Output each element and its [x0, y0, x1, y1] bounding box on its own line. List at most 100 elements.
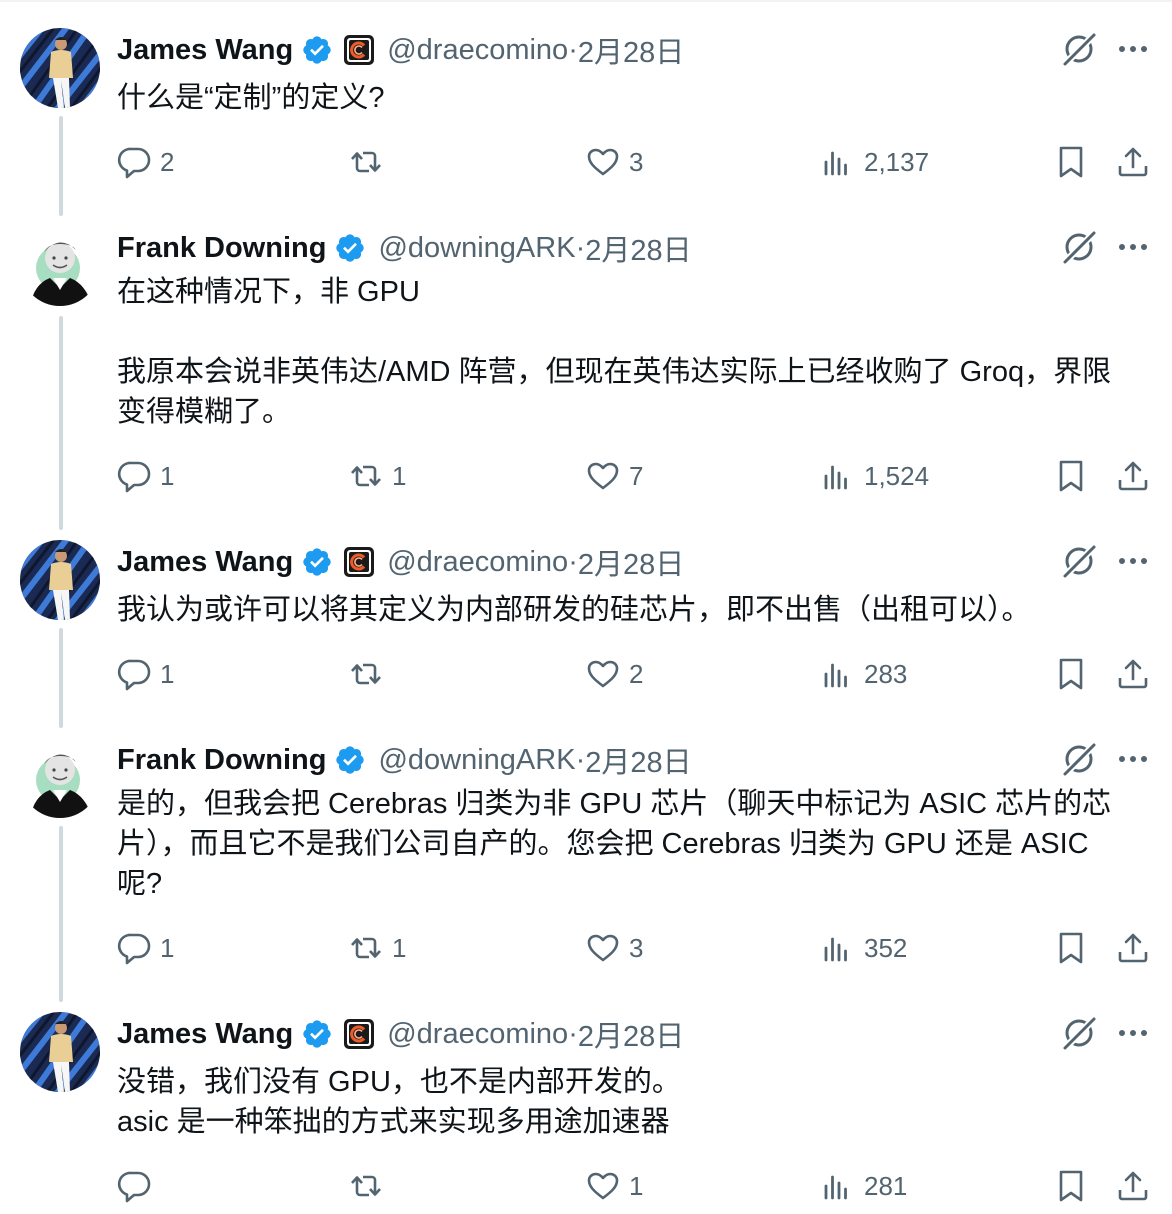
avatar[interactable]: [20, 540, 100, 620]
like-button[interactable]: 2: [585, 652, 643, 696]
reply-button[interactable]: 1: [116, 926, 174, 970]
tweet-text: 什么是“定制”的定义?: [117, 82, 385, 114]
retweet-button[interactable]: [348, 652, 392, 696]
views-button[interactable]: 1,524: [820, 454, 929, 498]
grok-icon[interactable]: [1060, 542, 1098, 580]
author-name[interactable]: Frank Downing: [117, 232, 326, 265]
reply-icon: [116, 144, 152, 180]
verified-badge-icon[interactable]: [301, 546, 333, 578]
verified-badge-icon[interactable]: [301, 1018, 333, 1050]
like-icon: [585, 144, 621, 180]
retweet-icon: [348, 144, 384, 180]
author-name[interactable]: James Wang: [117, 1018, 293, 1051]
avatar[interactable]: [20, 226, 100, 306]
bookmark-button[interactable]: [1053, 926, 1089, 970]
more-icon[interactable]: [1114, 740, 1152, 778]
retweet-icon: [348, 458, 384, 494]
bookmark-button[interactable]: [1053, 140, 1089, 184]
reply-icon: [116, 458, 152, 494]
share-button[interactable]: [1115, 652, 1151, 696]
verified-badge-icon[interactable]: [334, 744, 366, 776]
tweet-actions: 2 3 2,137: [0, 140, 1172, 184]
more-icon[interactable]: [1114, 1014, 1152, 1052]
share-button[interactable]: [1115, 140, 1151, 184]
affiliate-badge-icon[interactable]: [343, 1018, 375, 1050]
retweet-button[interactable]: [348, 140, 392, 184]
like-count: 3: [629, 932, 644, 963]
tweet-date[interactable]: 2月28日: [585, 227, 691, 269]
grok-icon[interactable]: [1060, 740, 1098, 778]
tweet-date[interactable]: 2月28日: [578, 29, 684, 71]
author-handle[interactable]: @downingARK: [378, 744, 575, 777]
bookmark-button[interactable]: [1053, 454, 1089, 498]
separator: ·: [575, 743, 586, 776]
author-name[interactable]: James Wang: [117, 546, 293, 579]
reply-button[interactable]: [116, 1164, 160, 1208]
verified-badge-icon[interactable]: [301, 34, 333, 66]
tweet-text: 没错，我们没有 GPU，也不是内部开发的。 asic 是一种笨拙的方式来实现多用…: [117, 1066, 681, 1138]
bookmark-icon: [1053, 656, 1089, 692]
retweet-icon: [348, 656, 384, 692]
views-icon: [820, 458, 856, 494]
bookmark-icon: [1053, 930, 1089, 966]
tweet-date[interactable]: 2月28日: [585, 739, 691, 781]
retweet-button[interactable]: [348, 1164, 392, 1208]
separator: ·: [568, 545, 578, 578]
more-icon[interactable]: [1114, 30, 1152, 68]
reply-button[interactable]: 2: [116, 140, 174, 184]
grok-icon[interactable]: [1060, 228, 1098, 266]
author-handle[interactable]: @downingARK: [378, 232, 575, 265]
affiliate-badge-icon[interactable]: [343, 34, 375, 66]
views-icon: [820, 656, 856, 692]
retweet-button[interactable]: 1: [348, 926, 406, 970]
share-icon: [1115, 458, 1151, 494]
more-icon[interactable]: [1114, 228, 1152, 266]
retweet-count: 1: [392, 932, 407, 963]
like-button[interactable]: 1: [585, 1164, 643, 1208]
share-button[interactable]: [1115, 1164, 1151, 1208]
tweet-actions: 1 2 283: [0, 652, 1172, 696]
like-icon: [585, 458, 621, 494]
share-button[interactable]: [1115, 454, 1151, 498]
reply-icon: [116, 656, 152, 692]
retweet-icon: [348, 1168, 384, 1204]
tweet-actions: 1 281: [0, 1164, 1172, 1208]
bookmark-button[interactable]: [1053, 1164, 1089, 1208]
like-button[interactable]: 3: [585, 926, 643, 970]
tweet-text: 我认为或许可以将其定义为内部研发的硅芯片，即不出售（出租可以）。: [117, 594, 1031, 626]
avatar[interactable]: [20, 738, 100, 818]
reply-icon: [116, 1168, 152, 1204]
tweet-date[interactable]: 2月28日: [578, 541, 684, 583]
verified-badge-icon[interactable]: [334, 232, 366, 264]
views-button[interactable]: 281: [820, 1164, 907, 1208]
reply-button[interactable]: 1: [116, 652, 174, 696]
like-count: 1: [629, 1170, 644, 1201]
affiliate-badge-icon[interactable]: [343, 546, 375, 578]
views-button[interactable]: 2,137: [820, 140, 929, 184]
grok-icon[interactable]: [1060, 30, 1098, 68]
share-button[interactable]: [1115, 926, 1151, 970]
author-handle[interactable]: @draecomino: [387, 1018, 568, 1051]
like-button[interactable]: 3: [585, 140, 643, 184]
tweet-date[interactable]: 2月28日: [578, 1013, 684, 1055]
author-name[interactable]: Frank Downing: [117, 744, 326, 777]
bookmark-button[interactable]: [1053, 652, 1089, 696]
avatar[interactable]: [20, 28, 100, 108]
separator: ·: [575, 231, 586, 264]
tweet-header: James Wang @draecomino · 2月28日: [117, 1013, 684, 1055]
view-count: 1,524: [864, 460, 930, 491]
views-button[interactable]: 352: [820, 926, 907, 970]
more-icon[interactable]: [1114, 542, 1152, 580]
tweet-header: James Wang @draecomino · 2月28日: [117, 541, 684, 583]
author-handle[interactable]: @draecomino: [387, 34, 568, 67]
reply-button[interactable]: 1: [116, 454, 174, 498]
author-handle[interactable]: @draecomino: [387, 546, 568, 579]
author-name[interactable]: James Wang: [117, 34, 293, 67]
share-icon: [1115, 930, 1151, 966]
like-button[interactable]: 7: [585, 454, 643, 498]
grok-icon[interactable]: [1060, 1014, 1098, 1052]
views-button[interactable]: 283: [820, 652, 907, 696]
retweet-button[interactable]: 1: [348, 454, 406, 498]
tweet-text: 在这种情况下，非 GPU 我原本会说非英伟达/AMD 阵营，但现在英伟达实际上已…: [117, 276, 1112, 428]
avatar[interactable]: [20, 1012, 100, 1092]
